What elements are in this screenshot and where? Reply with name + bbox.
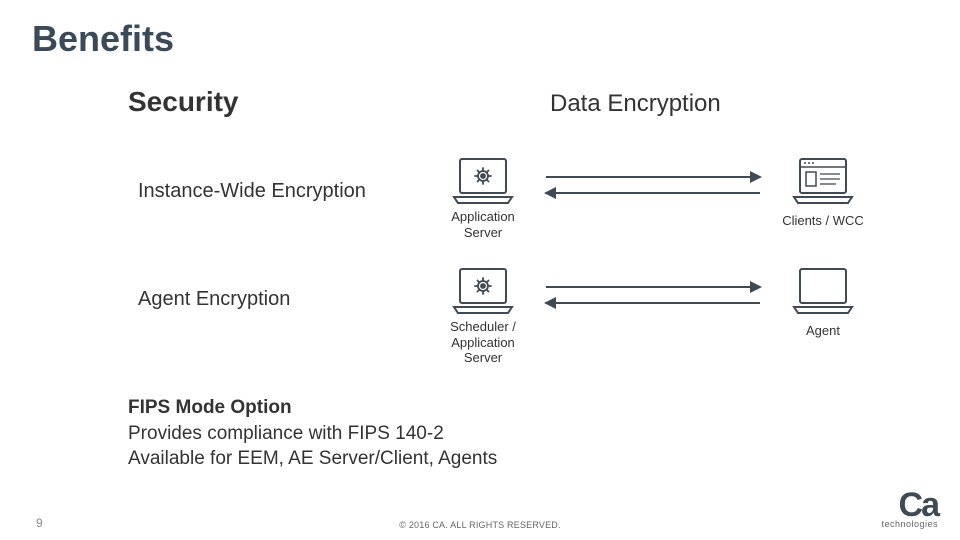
- laptop-gear-icon: [448, 155, 518, 207]
- diagram-row-1: Application Server: [438, 155, 868, 245]
- logo-main: Ca: [899, 486, 938, 524]
- row1-left-node: Application Server: [438, 155, 528, 240]
- subtitle-data-encryption: Data Encryption: [550, 90, 721, 118]
- row2-heading: Agent Encryption: [138, 288, 290, 311]
- logo-sub: technologies: [881, 521, 938, 528]
- slide-title: Benefits: [32, 18, 174, 60]
- ca-logo: Ca technologies: [881, 492, 938, 528]
- fips-line1: FIPS Mode Option: [128, 395, 497, 421]
- subtitle-security: Security: [128, 86, 239, 118]
- row2-left-node: Scheduler / Application Server: [438, 265, 528, 366]
- row2-arrows: [538, 275, 768, 315]
- laptop-icon: [788, 265, 858, 317]
- laptop-browser-icon: [788, 155, 858, 207]
- fips-line3: Available for EEM, AE Server/Client, Age…: [128, 446, 497, 472]
- fips-block: FIPS Mode Option Provides compliance wit…: [128, 395, 497, 472]
- row1-arrows: [538, 165, 768, 205]
- row2-right-label: Agent: [778, 323, 868, 339]
- row2-right-node: Agent: [778, 265, 868, 339]
- fips-line2: Provides compliance with FIPS 140-2: [128, 421, 497, 447]
- diagram-row-2: Scheduler / Application Server Agent: [438, 265, 868, 355]
- row1-right-label: Clients / WCC: [778, 213, 868, 229]
- row2-left-label: Scheduler / Application Server: [438, 319, 528, 366]
- row1-left-label: Application Server: [438, 209, 528, 240]
- laptop-gear-icon: [448, 265, 518, 317]
- copyright: © 2016 CA. ALL RIGHTS RESERVED.: [399, 520, 560, 530]
- row1-heading: Instance-Wide Encryption: [138, 180, 366, 203]
- row1-right-node: Clients / WCC: [778, 155, 868, 229]
- page-number: 9: [36, 516, 43, 530]
